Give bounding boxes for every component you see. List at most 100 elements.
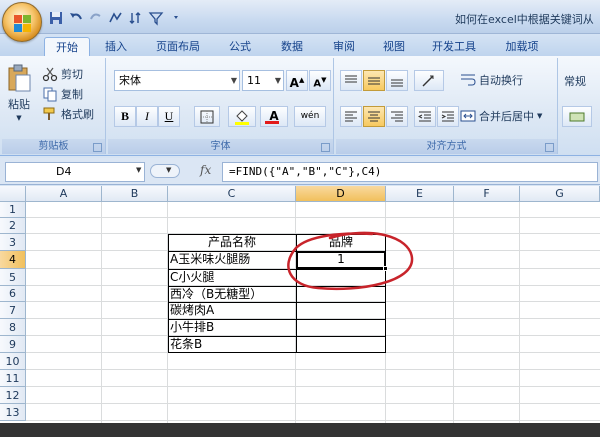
decrease-indent-icon xyxy=(417,111,431,122)
column-header-a[interactable]: A xyxy=(26,186,102,202)
customize-qat-icon[interactable] xyxy=(168,10,184,26)
worksheet-grid[interactable]: A B C D E F G 1 2 3 4 5 6 7 8 9 10 11 12… xyxy=(0,186,600,423)
column-header-f[interactable]: F xyxy=(454,186,520,202)
cell-c7[interactable]: 碳烤肉A xyxy=(170,302,214,319)
fill-handle[interactable] xyxy=(383,266,388,271)
tab-data[interactable]: 数据 xyxy=(270,37,314,56)
row-header-2[interactable]: 2 xyxy=(0,218,26,234)
office-button[interactable] xyxy=(2,2,42,42)
title-bar: 如何在excel中根据关键词从 xyxy=(0,0,600,34)
align-center-button[interactable] xyxy=(363,106,385,127)
row-header-12[interactable]: 12 xyxy=(0,387,26,404)
tab-review[interactable]: 审阅 xyxy=(322,37,366,56)
select-all-corner[interactable] xyxy=(0,186,26,202)
align-left-button[interactable] xyxy=(340,106,362,127)
tab-addins[interactable]: 加载项 xyxy=(494,37,550,56)
tab-page-layout[interactable]: 页面布局 xyxy=(146,37,210,56)
tab-insert[interactable]: 插入 xyxy=(96,37,136,56)
column-header-b[interactable]: B xyxy=(102,186,168,202)
row-header-3[interactable]: 3 xyxy=(0,234,26,251)
bold-button[interactable]: B xyxy=(114,106,136,127)
clipboard-launcher-icon[interactable] xyxy=(93,143,102,152)
increase-indent-button[interactable] xyxy=(437,106,459,127)
tab-formulas[interactable]: 公式 xyxy=(218,37,262,56)
cell-c8[interactable]: 小牛排B xyxy=(170,319,214,336)
row-header-8[interactable]: 8 xyxy=(0,319,26,336)
gridline xyxy=(453,202,454,423)
underline-button[interactable]: U xyxy=(158,106,180,127)
column-header-c[interactable]: C xyxy=(168,186,296,202)
quick-access-toolbar xyxy=(48,8,184,28)
orientation-icon xyxy=(422,75,434,87)
wrap-text-button[interactable]: 自动换行 xyxy=(460,72,523,88)
align-right-button[interactable] xyxy=(386,106,408,127)
row-header-1[interactable]: 1 xyxy=(0,202,26,218)
copy-label: 复制 xyxy=(61,88,83,101)
row-header-7[interactable]: 7 xyxy=(0,302,26,319)
phonetic-label: wén xyxy=(300,111,320,121)
merge-center-button[interactable]: 合并后居中 ▼ xyxy=(460,108,542,124)
save-icon[interactable] xyxy=(48,10,64,26)
align-bottom-button[interactable] xyxy=(386,70,408,91)
chevron-down-icon[interactable]: ▼ xyxy=(136,166,141,174)
border-button[interactable] xyxy=(194,106,220,127)
align-top-button[interactable] xyxy=(340,70,362,91)
font-launcher-icon[interactable] xyxy=(321,143,330,152)
orientation-button[interactable] xyxy=(414,70,444,91)
fill-color-button[interactable] xyxy=(228,106,256,127)
chevron-down-icon: ▼ xyxy=(230,76,237,85)
cell-c3[interactable]: 产品名称 xyxy=(168,234,296,251)
column-header-e[interactable]: E xyxy=(386,186,454,202)
tab-developer[interactable]: 开发工具 xyxy=(424,37,484,56)
row-header-4[interactable]: 4 xyxy=(0,251,26,269)
shrink-font-button[interactable]: A▼ xyxy=(309,70,331,91)
font-name-select[interactable]: 宋体 ▼ xyxy=(114,70,240,91)
cell-c6[interactable]: 西冷（B无糖型） xyxy=(170,286,262,303)
chart-wizard-icon[interactable] xyxy=(108,10,124,26)
format-painter-button[interactable]: 格式刷 xyxy=(42,106,94,122)
cell-c4[interactable]: A玉米味火腿肠 xyxy=(170,251,250,268)
insert-function-icon[interactable]: fx xyxy=(200,163,211,177)
font-size-value: 11 xyxy=(247,74,261,87)
row-header-5[interactable]: 5 xyxy=(0,269,26,286)
decrease-indent-button[interactable] xyxy=(414,106,436,127)
grow-font-button[interactable]: A▲ xyxy=(286,70,308,91)
accounting-format-button[interactable] xyxy=(562,106,592,127)
copy-button[interactable]: 复制 xyxy=(42,86,83,102)
phonetic-button[interactable]: wén xyxy=(294,106,326,127)
active-cell-border xyxy=(296,251,386,269)
redo-icon[interactable] xyxy=(88,10,104,26)
filter-icon[interactable] xyxy=(148,10,164,26)
font-size-select[interactable]: 11 ▼ xyxy=(242,70,284,91)
column-header-d[interactable]: D xyxy=(296,186,386,202)
italic-button[interactable]: I xyxy=(136,106,158,127)
cell-d3[interactable]: 品牌 xyxy=(296,234,386,251)
formula-input[interactable]: =FIND({"A","B","C"},C4) xyxy=(222,162,598,182)
align-middle-button[interactable] xyxy=(363,70,385,91)
name-box[interactable]: D4 xyxy=(5,162,145,182)
row-header-11[interactable]: 11 xyxy=(0,370,26,387)
name-box-dropdown-icon[interactable]: ▼ xyxy=(166,166,171,174)
alignment-launcher-icon[interactable] xyxy=(545,143,554,152)
ribbon: 粘贴 ▼ 剪切 复制 格式刷 剪贴板 宋体 ▼ 11 ▼ A▲ A▼ B I U… xyxy=(0,56,600,156)
copy-icon xyxy=(43,87,57,102)
tab-view[interactable]: 视图 xyxy=(372,37,416,56)
wrap-text-label: 自动换行 xyxy=(479,74,523,87)
undo-icon[interactable] xyxy=(68,10,84,26)
column-header-g[interactable]: G xyxy=(520,186,600,202)
cell-c9[interactable]: 花条B xyxy=(170,336,202,353)
align-left-icon xyxy=(345,111,357,122)
paste-button[interactable]: 粘贴 ▼ xyxy=(6,64,32,122)
row-header-9[interactable]: 9 xyxy=(0,336,26,353)
splitter-handle[interactable] xyxy=(150,164,180,178)
sort-icon[interactable] xyxy=(128,10,144,26)
cut-button[interactable]: 剪切 xyxy=(42,66,83,82)
tab-home[interactable]: 开始 xyxy=(44,37,90,56)
row-header-6[interactable]: 6 xyxy=(0,286,26,302)
paintbrush-icon xyxy=(43,107,55,120)
cell-c5[interactable]: C小火腿 xyxy=(170,269,214,286)
font-color-button[interactable]: A xyxy=(260,106,288,127)
row-header-10[interactable]: 10 xyxy=(0,353,26,370)
row-header-13[interactable]: 13 xyxy=(0,404,26,421)
number-format-select[interactable]: 常规 xyxy=(564,73,586,89)
